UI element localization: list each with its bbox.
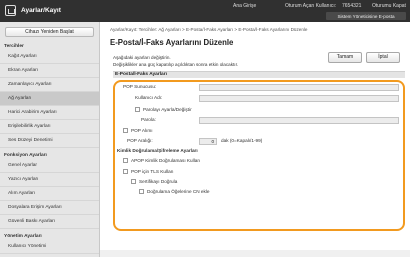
sidebar-item-display[interactable]: Ekran Ayarları <box>0 64 99 78</box>
section-header: E-Posta/İ-Faks Ayarları <box>113 71 405 78</box>
session-user-label: Oturum Açan Kullanıcı: <box>285 3 337 9</box>
set-change-password-checkbox[interactable] <box>135 107 140 112</box>
apop-label: APOP Kimlik Doğrulaması Kullan <box>131 158 200 163</box>
sidebar-item-paper[interactable]: Kağıt Ayarları <box>0 50 99 64</box>
restart-note-text: Değişiklikler ana güç kapatılıp açıldıkt… <box>113 62 239 67</box>
highlighted-settings-panel: POP Sunucusu: Kullanıcı Adı: Parolayı Ay… <box>113 80 405 231</box>
bottom-bar <box>100 250 410 257</box>
auth-encryption-header: Kimlik Doğrulama/Şifreleme Ayarları <box>117 148 198 153</box>
pop-interval-label: POP Aralığı: <box>127 138 153 143</box>
sidebar-item-network[interactable]: Ağ Ayarları <box>0 92 99 106</box>
sidebar-item-accessibility[interactable]: Erişilebilirlik Ayarları <box>0 120 99 134</box>
sidebar-item-receive[interactable]: Alım Ayarları <box>0 187 99 201</box>
verify-certificate-checkbox[interactable] <box>131 179 136 184</box>
sidebar-item-file-access[interactable]: Dosyalara Erişim Ayarları <box>0 201 99 215</box>
sidebar-section-preferences: Tercihler <box>4 44 24 49</box>
instruction-text: Aşağıdaki ayarları değiştirin. <box>113 55 171 60</box>
sys-admin-email-button[interactable]: Sistem Yöneticisine E-posta <box>326 12 406 20</box>
verify-certificate-label: Sertifikayı Doğrula <box>139 179 178 184</box>
breadcrumb: Ayarlar/Kayıt: Tercihler: Ağ Ayarları > … <box>110 27 308 32</box>
pop-server-input[interactable] <box>199 84 399 91</box>
sidebar: Cihazı Yeniden Başlat Tercihler Kağıt Ay… <box>0 22 100 257</box>
sidebar-item-user-management[interactable]: Kullanıcı Yönetimi <box>0 240 99 254</box>
sidebar-item-timer[interactable]: Zamanlayıcı Ayarları <box>0 78 99 92</box>
sidebar-section-management: Yönetim Ayarları <box>4 234 42 239</box>
apop-checkbox[interactable] <box>123 158 128 163</box>
sidebar-item-printer[interactable]: Yazıcı Ayarları <box>0 173 99 187</box>
add-cn-checkbox[interactable] <box>139 189 144 194</box>
pop-interval-unit: dak (0=Kapalı/1-99) <box>221 138 263 143</box>
password-label: Parola: <box>141 117 156 122</box>
cancel-button[interactable]: İptal <box>366 52 400 63</box>
set-change-password-label: Parolayı Ayarla/Değiştir <box>143 107 192 112</box>
sidebar-item-general[interactable]: Genel Ayarlar <box>0 159 99 173</box>
ok-button[interactable]: Tamam <box>328 52 362 63</box>
top-bar: Ayarlar/Kayıt Ana Girişe Oturum Açan Kul… <box>0 0 410 22</box>
sidebar-item-secure-print[interactable]: Güvenli Baskı Ayarları <box>0 215 99 229</box>
pop-interval-input[interactable]: 0 <box>199 138 217 145</box>
home-icon[interactable] <box>5 5 16 16</box>
pop-tls-label: POP için TLS Kullan <box>131 169 174 174</box>
user-number: 7654321 <box>342 3 362 9</box>
add-cn-label: Doğrulama Öğelerine CN ekle <box>147 189 210 194</box>
username-label: Kullanıcı Adı: <box>135 95 163 100</box>
sidebar-item-external-interface[interactable]: Harici Arabirim Ayarları <box>0 106 99 120</box>
pop-rx-label: POP Alımı <box>131 128 153 133</box>
password-input[interactable] <box>199 117 399 124</box>
pop-server-label: POP Sunucusu: <box>123 84 157 89</box>
pop-rx-checkbox[interactable] <box>123 128 128 133</box>
login-link[interactable]: Ana Girişe <box>233 3 256 9</box>
username-input[interactable] <box>199 95 399 102</box>
restart-device-button[interactable]: Cihazı Yeniden Başlat <box>5 27 94 37</box>
logout-link[interactable]: Oturumu Kapat <box>372 3 406 9</box>
page-title: E-Posta/İ-Faks Ayarlarını Düzenle <box>110 38 234 47</box>
sidebar-section-function: Fonksiyon Ayarları <box>4 153 47 158</box>
app-title: Ayarlar/Kayıt <box>21 7 61 14</box>
pop-tls-checkbox[interactable] <box>123 169 128 174</box>
sidebar-item-volume[interactable]: Ses Düzeyi Denetimi <box>0 134 99 148</box>
